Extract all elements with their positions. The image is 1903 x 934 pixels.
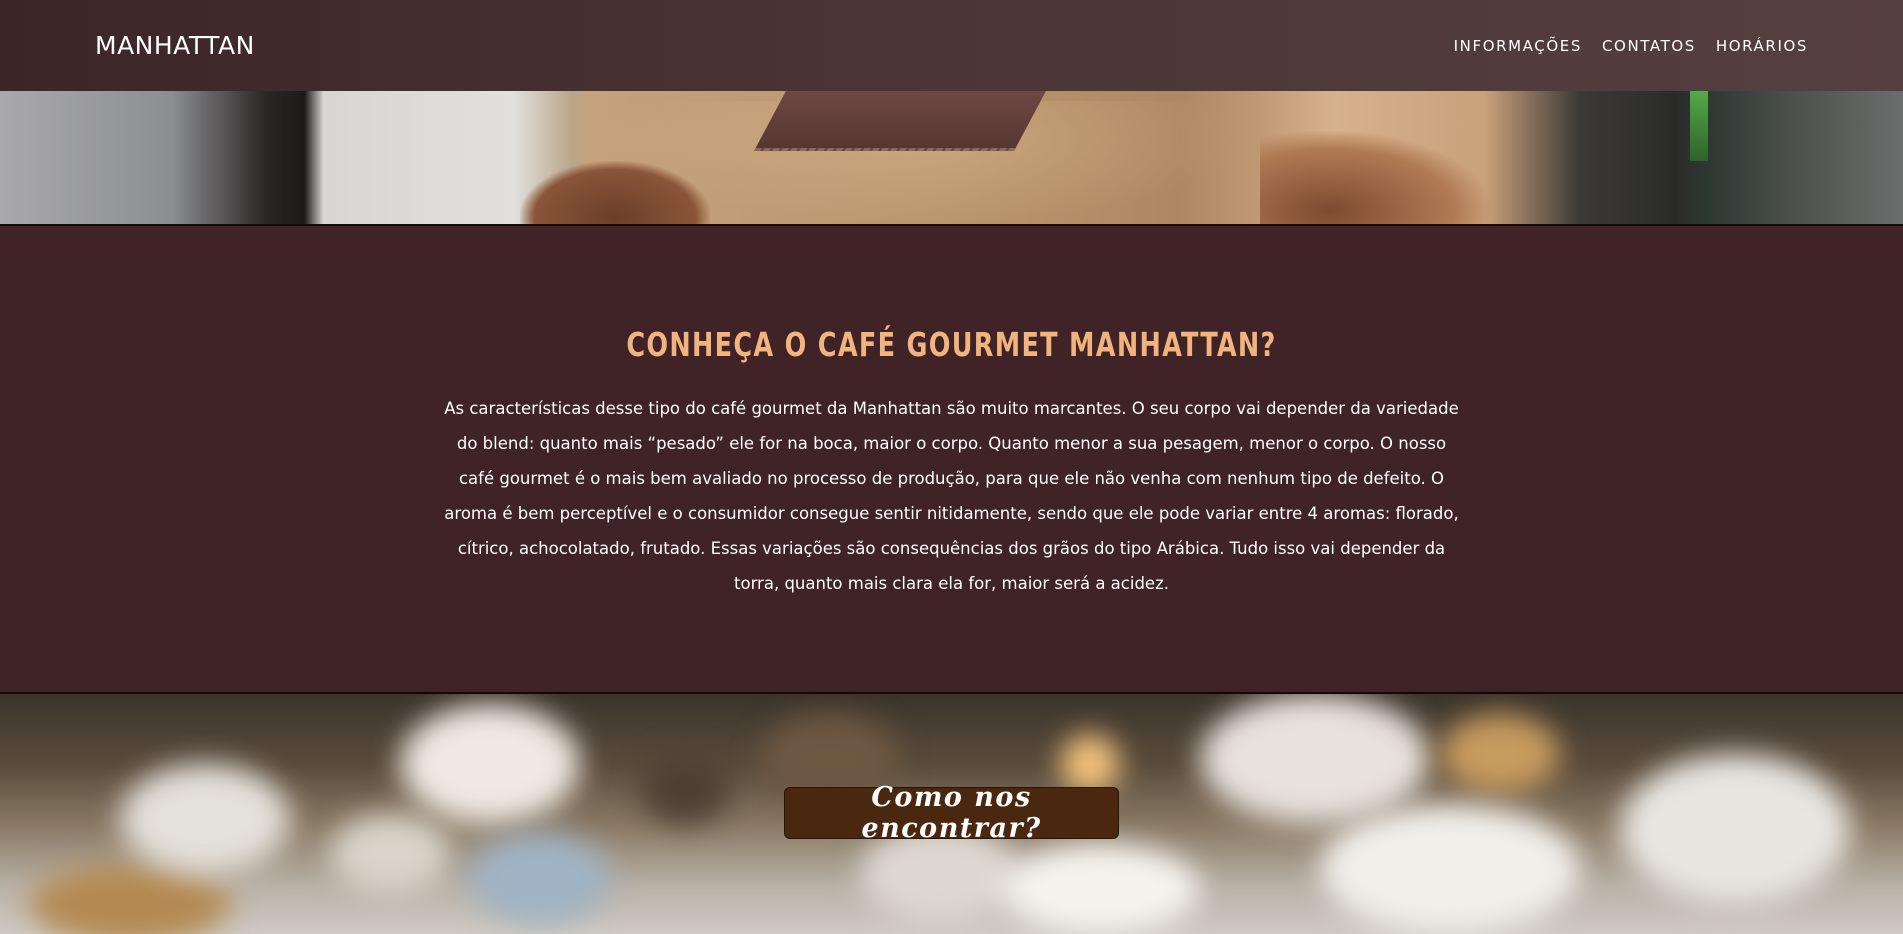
top-navbar: MANHATTAN INFORMAÇÕES CONTATOS HORÁRIOS <box>0 0 1903 91</box>
nav-link-contatos[interactable]: CONTATOS <box>1602 37 1696 55</box>
find-us-button[interactable]: Como nos encontrar? <box>784 782 1119 844</box>
section-description: As características desse tipo do café go… <box>444 399 1459 593</box>
nav-link-informacoes[interactable]: INFORMAÇÕES <box>1454 37 1582 55</box>
main-nav: INFORMAÇÕES CONTATOS HORÁRIOS <box>1454 37 1808 55</box>
left-hand-shape <box>520 161 710 224</box>
right-hand-shape <box>1260 131 1490 224</box>
nav-link-horarios[interactable]: HORÁRIOS <box>1716 37 1808 55</box>
about-coffee-section: CONHEÇA O CAFÉ GOURMET MANHATTAN? As car… <box>0 228 1903 694</box>
barista-apron-photo <box>0 91 1903 226</box>
background-green-accent <box>1690 91 1708 161</box>
apron-strap-shape <box>754 91 1046 151</box>
section-title: CONHEÇA O CAFÉ GOURMET MANHATTAN? <box>626 325 1277 364</box>
brand-logo-link[interactable]: MANHATTAN <box>95 31 255 60</box>
